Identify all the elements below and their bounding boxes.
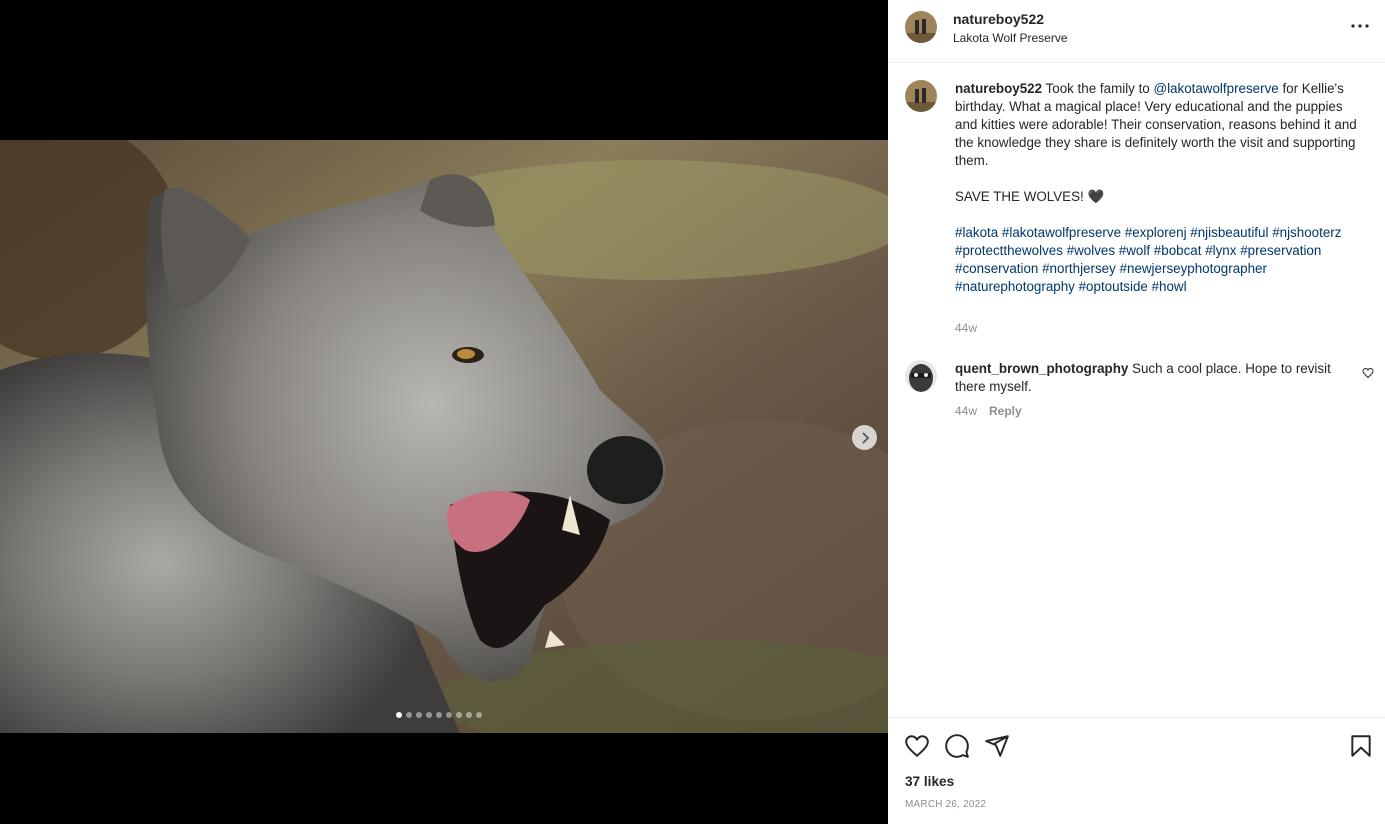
share-icon — [985, 735, 1009, 757]
hashtag-link[interactable]: #newjerseyphotographer — [1120, 261, 1267, 276]
hashtag-link[interactable]: #northjersey — [1042, 261, 1116, 276]
user-avatar-image — [905, 11, 937, 43]
heart-icon — [905, 735, 929, 758]
hashtag-link[interactable]: #bobcat — [1154, 243, 1202, 258]
comment-text: quent_brown_photography Such a cool plac… — [955, 360, 1355, 396]
like-button[interactable] — [904, 733, 930, 759]
caption-line: SAVE THE WOLVES! 🖤 — [955, 189, 1105, 204]
hashtag-list: #lakota #lakotawolfpreserve #explorenj #… — [955, 225, 1341, 294]
hashtag-link[interactable]: #howl — [1152, 279, 1187, 294]
comment-timestamp[interactable]: 44w — [955, 404, 977, 418]
avatar[interactable] — [905, 80, 937, 112]
post-details-panel: natureboy522 Lakota Wolf Preserve nature… — [888, 0, 1385, 824]
hashtag-link[interactable]: #conservation — [955, 261, 1038, 276]
caption-text-part: Took the family to — [1042, 81, 1154, 96]
hashtag-link[interactable]: #naturephotography — [955, 279, 1075, 294]
commenter-avatar-image — [905, 360, 937, 392]
carousel-dot — [436, 712, 442, 718]
hashtag-link[interactable]: #optoutside — [1079, 279, 1148, 294]
carousel-dot — [426, 712, 432, 718]
comment-username[interactable]: quent_brown_photography — [955, 361, 1128, 376]
share-button[interactable] — [984, 733, 1010, 759]
post-photo[interactable] — [0, 140, 888, 733]
save-button[interactable] — [1348, 733, 1374, 759]
post-actions: 37 likes MARCH 26, 2022 — [888, 717, 1385, 824]
carousel-next-button[interactable] — [852, 425, 877, 450]
likes-count[interactable]: 37 likes — [905, 774, 954, 789]
more-horizontal-icon — [1351, 24, 1369, 28]
comment-button[interactable] — [944, 733, 970, 759]
carousel-dot — [416, 712, 422, 718]
carousel-dot — [396, 712, 402, 718]
caption-username[interactable]: natureboy522 — [955, 81, 1042, 96]
post-location[interactable]: Lakota Wolf Preserve — [953, 31, 1068, 45]
user-avatar-image — [905, 80, 937, 112]
post-date[interactable]: MARCH 26, 2022 — [905, 799, 986, 810]
chevron-right-icon — [861, 431, 869, 444]
carousel-dot — [466, 712, 472, 718]
comment-meta: 44w Reply — [955, 404, 1022, 418]
hashtag-link[interactable]: #lynx — [1205, 243, 1236, 258]
carousel-dots — [396, 712, 482, 718]
carousel-dot — [456, 712, 462, 718]
hashtag-link[interactable]: #lakotawolfpreserve — [1002, 225, 1121, 240]
hashtag-link[interactable]: #explorenj — [1125, 225, 1187, 240]
carousel-dot — [406, 712, 412, 718]
wolf-photo — [0, 140, 888, 733]
caption-mention-link[interactable]: @lakotawolfpreserve — [1153, 81, 1278, 96]
comment-icon — [945, 734, 969, 758]
hashtag-link[interactable]: #njshooterz — [1272, 225, 1341, 240]
post-username[interactable]: natureboy522 — [953, 11, 1044, 27]
bookmark-icon — [1351, 735, 1371, 757]
hashtag-link[interactable]: #njisbeautiful — [1190, 225, 1268, 240]
hashtag-link[interactable]: #wolves — [1067, 243, 1115, 258]
carousel-dot — [446, 712, 452, 718]
hashtag-link[interactable]: #protectthewolves — [955, 243, 1063, 258]
caption-timestamp[interactable]: 44w — [955, 321, 977, 335]
avatar[interactable] — [905, 11, 937, 43]
post-header: natureboy522 Lakota Wolf Preserve — [888, 0, 1385, 63]
avatar[interactable] — [905, 360, 937, 392]
caption-text: natureboy522 Took the family to @lakotaw… — [955, 80, 1365, 296]
comment-like-button[interactable] — [1362, 366, 1376, 380]
reply-button[interactable]: Reply — [989, 404, 1022, 418]
heart-icon — [1362, 367, 1374, 379]
hashtag-link[interactable]: #lakota — [955, 225, 998, 240]
hashtag-link[interactable]: #preservation — [1240, 243, 1321, 258]
more-options-button[interactable] — [1350, 16, 1370, 36]
post-media — [0, 0, 888, 824]
hashtag-link[interactable]: #wolf — [1119, 243, 1150, 258]
carousel-dot — [476, 712, 482, 718]
